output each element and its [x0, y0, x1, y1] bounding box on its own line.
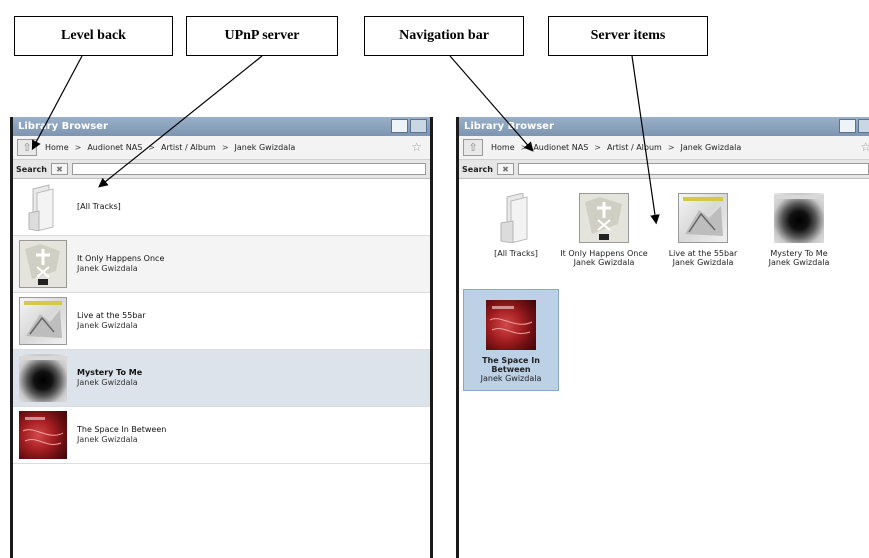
breadcrumb-home[interactable]: Home: [45, 143, 69, 152]
album-cover: [19, 240, 67, 288]
album-cover: [774, 193, 824, 243]
item-title: Mystery To Me: [770, 249, 828, 258]
item-artist: Janek Gwizdala: [672, 258, 734, 267]
breadcrumb-separator: >: [520, 143, 528, 152]
navigation-bar: ⇧ Home > Audionet NAS > Artist / Album >…: [13, 136, 430, 160]
search-bar: Search ✖: [13, 160, 430, 179]
breadcrumb-separator: >: [667, 143, 675, 152]
callout-level-back: Level back: [14, 16, 173, 56]
item-title: [All Tracks]: [77, 202, 121, 211]
up-arrow-icon[interactable]: ⇧: [17, 139, 37, 156]
grid-item[interactable]: It Only Happens Once Janek Gwizdala: [556, 183, 652, 285]
item-title: Live at the 55bar: [77, 311, 146, 320]
grid-item[interactable]: Live at the 55bar Janek Gwizdala: [655, 183, 751, 285]
titlebar: Library Browser: [13, 117, 430, 136]
star-icon[interactable]: ☆: [411, 140, 422, 154]
item-artist: Janek Gwizdala: [77, 378, 138, 387]
item-artist: Janek Gwizdala: [573, 258, 635, 267]
grid-item[interactable]: The Space In Between Janek Gwizdala: [463, 289, 559, 391]
item-title: It Only Happens Once: [77, 254, 165, 263]
search-bar: Search ✖: [459, 160, 869, 179]
list-item[interactable]: The Space In Between Janek Gwizdala: [13, 407, 430, 464]
star-icon[interactable]: ☆: [860, 140, 869, 154]
album-cover: [486, 300, 536, 350]
breadcrumb-server[interactable]: Audionet NAS: [533, 143, 588, 152]
breadcrumb-category[interactable]: Artist / Album: [607, 143, 662, 152]
item-title: Mystery To Me: [77, 368, 143, 377]
album-cover: [678, 193, 728, 243]
list-item[interactable]: It Only Happens Once Janek Gwizdala: [13, 236, 430, 293]
grid-item[interactable]: [All Tracks]: [468, 183, 564, 285]
album-cover: [579, 193, 629, 243]
folder-icon: [491, 193, 541, 243]
item-title: The Space In Between: [482, 356, 540, 374]
clear-icon[interactable]: ✖: [50, 163, 68, 175]
list-view-icon[interactable]: [839, 119, 856, 133]
list-item[interactable]: Live at the 55bar Janek Gwizdala: [13, 293, 430, 350]
item-title: [All Tracks]: [494, 249, 538, 258]
clear-icon[interactable]: ✖: [496, 163, 514, 175]
navigation-bar: ⇧ Home > Audionet NAS > Artist / Album >…: [459, 136, 869, 160]
folder-icon: [19, 183, 67, 231]
titlebar: Library Browser: [459, 117, 869, 136]
item-title: It Only Happens Once: [560, 249, 648, 258]
callout-server-items: Server items: [548, 16, 708, 56]
breadcrumb-artist[interactable]: Janek Gwizdala: [681, 143, 742, 152]
list-view-icon[interactable]: [391, 119, 408, 133]
server-items-grid: [All Tracks] It Only Happens Once Janek …: [459, 179, 869, 558]
breadcrumb-separator: >: [148, 143, 155, 152]
item-artist: Janek Gwizdala: [77, 435, 138, 444]
album-cover: [19, 297, 67, 345]
up-arrow-icon[interactable]: ⇧: [463, 139, 483, 156]
list-item[interactable]: Mystery To Me Janek Gwizdala: [13, 350, 430, 407]
breadcrumb-separator: >: [594, 143, 601, 152]
item-title: The Space In Between: [77, 425, 167, 434]
album-cover: [19, 354, 67, 402]
search-label: Search: [462, 164, 493, 174]
search-label: Search: [16, 164, 47, 174]
list-item[interactable]: [All Tracks]: [13, 179, 430, 236]
album-cover: [19, 411, 67, 459]
grid-view-icon[interactable]: [410, 119, 427, 133]
item-artist: Janek Gwizdala: [77, 264, 138, 273]
window-title: Library Browser: [464, 121, 554, 132]
breadcrumb-category[interactable]: Artist / Album: [161, 143, 216, 152]
window-title: Library Browser: [18, 121, 108, 132]
search-input[interactable]: [71, 163, 426, 175]
item-artist: Janek Gwizdala: [768, 258, 830, 267]
breadcrumb-home[interactable]: Home: [491, 143, 515, 152]
breadcrumb-separator: >: [74, 143, 82, 152]
callout-navigation-bar: Navigation bar: [364, 16, 524, 56]
item-title: Live at the 55bar: [668, 249, 738, 258]
library-browser-grid-view: Library Browser ⇧ Home > Audionet NAS > …: [456, 117, 869, 558]
breadcrumb-separator: >: [221, 143, 229, 152]
search-input[interactable]: [517, 163, 869, 175]
grid-item[interactable]: Mystery To Me Janek Gwizdala: [751, 183, 847, 285]
breadcrumb-artist[interactable]: Janek Gwizdala: [235, 143, 296, 152]
breadcrumb-server[interactable]: Audionet NAS: [87, 143, 142, 152]
grid-view-icon[interactable]: [858, 119, 869, 133]
library-browser-list-view: Library Browser ⇧ Home > Audionet NAS > …: [10, 117, 433, 558]
callout-upnp-server: UPnP server: [186, 16, 338, 56]
item-artist: Janek Gwizdala: [480, 374, 542, 383]
item-artist: Janek Gwizdala: [77, 321, 138, 330]
